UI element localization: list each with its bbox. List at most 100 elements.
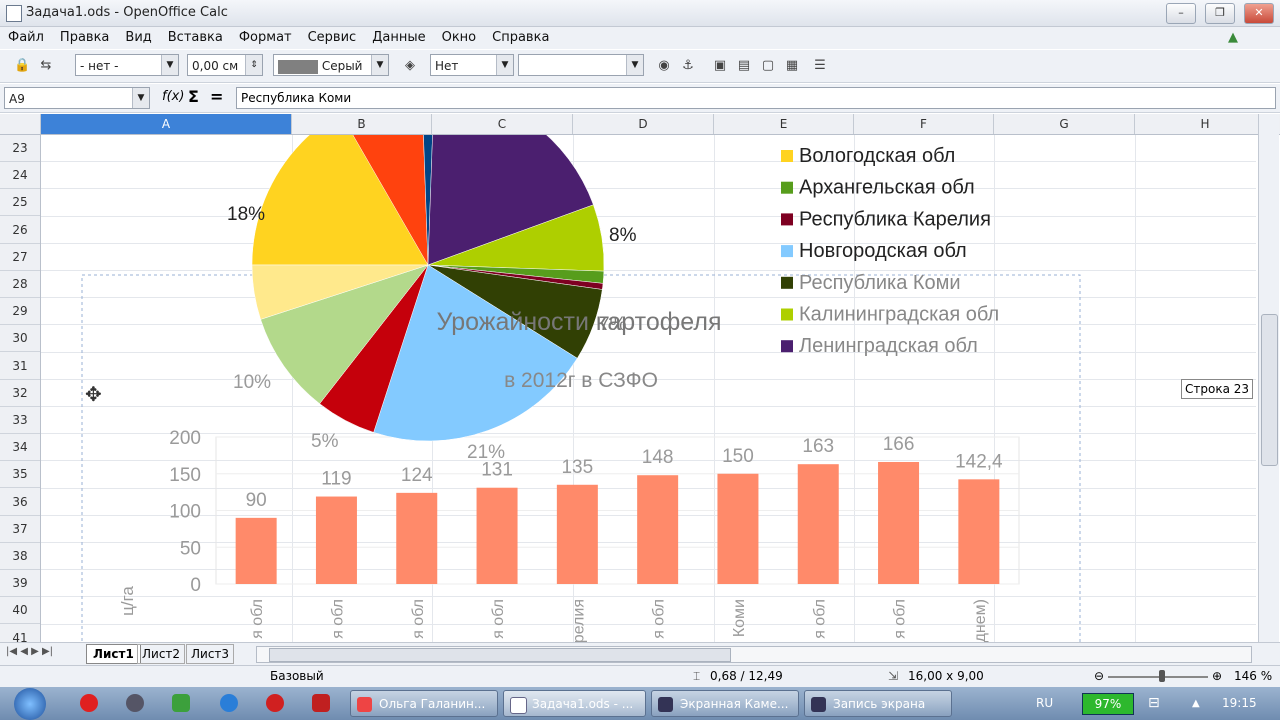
line-width-input[interactable]: 0,00 см ⇕ <box>187 54 263 76</box>
battery-indicator[interactable]: 97% <box>1082 693 1134 715</box>
arrows-icon[interactable]: ⇆ <box>38 58 54 74</box>
tab-sheet1[interactable]: Лист1 <box>86 644 141 664</box>
tab-sheet3[interactable]: Лист3 <box>186 644 235 664</box>
column-header[interactable]: E <box>714 114 854 134</box>
maximize-button[interactable]: ❐ <box>1205 3 1235 24</box>
formula-input[interactable]: Республика Коми <box>236 87 1276 109</box>
horizontal-scrollbar[interactable] <box>256 646 1252 663</box>
row-header[interactable]: 24 <box>0 162 40 190</box>
column-header[interactable]: C <box>432 114 573 134</box>
menu-help[interactable]: Справка <box>484 27 557 48</box>
row-header[interactable]: 35 <box>0 461 40 489</box>
row-header[interactable]: 31 <box>0 353 40 380</box>
bring-front-icon[interactable]: ▣ <box>712 58 728 74</box>
align-icon[interactable]: ☰ <box>812 58 828 74</box>
line-color-select[interactable]: Серый ▼ <box>273 54 389 76</box>
tray-arrow-icon[interactable]: ▲ <box>1192 687 1200 720</box>
fill-type-select[interactable]: Нет ▼ <box>430 54 514 76</box>
menu-insert[interactable]: Вставка <box>160 27 231 48</box>
column-header[interactable]: H <box>1135 114 1276 134</box>
language-indicator[interactable]: RU <box>1036 687 1053 720</box>
arrange-icon[interactable]: ▦ <box>784 58 800 74</box>
menu-tools[interactable]: Сервис <box>300 27 365 48</box>
scroll-thumb[interactable] <box>1261 314 1278 466</box>
tab-nav-icons[interactable]: |◀ ◀ ▶ ▶| <box>6 646 53 657</box>
column-header[interactable]: B <box>292 114 432 134</box>
menu-bar: Файл Правка Вид Вставка Формат Сервис Данные Ок… <box>0 27 1280 49</box>
equals-icon[interactable]: = <box>210 87 223 106</box>
task-browser[interactable]: Ольга Галанин... <box>350 690 498 717</box>
menu-format[interactable]: Формат <box>231 27 300 48</box>
menu-window[interactable]: Окно <box>434 27 485 48</box>
explorer-icon[interactable] <box>172 694 190 712</box>
group-icon[interactable]: ▢ <box>760 58 776 74</box>
menu-edit[interactable]: Правка <box>52 27 117 48</box>
vertical-scrollbar[interactable] <box>1258 114 1279 642</box>
y-tick-label: 50 <box>180 538 201 559</box>
zoom-slider-thumb[interactable] <box>1159 670 1165 682</box>
row-header[interactable]: 34 <box>0 434 40 462</box>
select-all-corner[interactable] <box>0 114 41 134</box>
task-camera[interactable]: Экранная Каме... <box>651 690 799 717</box>
zoom-in-icon[interactable]: ⊕ <box>1212 669 1222 683</box>
row-header[interactable]: 23 <box>0 135 40 162</box>
name-box[interactable]: A9 ▼ <box>4 87 150 109</box>
column-header[interactable]: D <box>573 114 714 134</box>
area-select[interactable]: ▼ <box>518 54 644 76</box>
row-header[interactable]: 29 <box>0 298 40 326</box>
lock-icon[interactable]: 🔒 <box>14 58 30 74</box>
row-header[interactable]: 40 <box>0 597 40 625</box>
start-button[interactable] <box>14 688 46 720</box>
column-header[interactable]: F <box>854 114 994 134</box>
pie-percent-label: 5% <box>311 431 339 452</box>
zoom-slider[interactable] <box>1108 676 1208 678</box>
menu-file[interactable]: Файл <box>0 27 52 48</box>
menu-data[interactable]: Данные <box>364 27 433 48</box>
line-style-select[interactable]: - нет - ▼ <box>75 54 179 76</box>
zoom-out-icon[interactable]: ⊖ <box>1094 669 1104 683</box>
row-header[interactable]: 32 <box>0 380 40 407</box>
title-bar: Задача1.ods - OpenOffice Calc – ❐ ✕ <box>0 0 1280 27</box>
row-header[interactable]: 27 <box>0 244 40 271</box>
chart-area[interactable]: 0 50 100 150 200 90 я обл 119 я обл 124 я обл 131 я … <box>41 135 1256 642</box>
clock[interactable]: 19:15 <box>1222 687 1257 720</box>
ie-icon[interactable] <box>220 694 238 712</box>
close-button[interactable]: ✕ <box>1244 3 1274 24</box>
opera-icon[interactable] <box>266 694 284 712</box>
column-header[interactable]: G <box>994 114 1135 134</box>
update-icon[interactable]: ▲ <box>1228 30 1238 45</box>
size-icon: ⇲ <box>888 669 899 683</box>
yandex-icon[interactable] <box>80 694 98 712</box>
power-icon[interactable]: ⊟ <box>1148 687 1160 720</box>
paint-bucket-icon[interactable]: ◈ <box>402 58 418 74</box>
row-header[interactable]: 39 <box>0 570 40 598</box>
anchor-icon[interactable]: ⚓ <box>680 58 696 74</box>
zoom-level[interactable]: 146 % <box>1234 669 1272 683</box>
yandex-browser-icon[interactable] <box>312 694 330 712</box>
menu-view[interactable]: Вид <box>117 27 159 48</box>
minimize-button[interactable]: – <box>1166 3 1196 24</box>
tab-sheet2[interactable]: Лист2 <box>137 644 186 664</box>
task-calc[interactable]: Задача1.ods - ... <box>503 690 646 717</box>
shadow-icon[interactable]: ◉ <box>656 58 672 74</box>
row-header[interactable]: 25 <box>0 189 40 217</box>
row-header[interactable]: 37 <box>0 516 40 543</box>
sum-icon[interactable]: Σ <box>188 87 199 106</box>
column-header[interactable]: A <box>41 114 292 134</box>
function-wizard-icon[interactable]: f(x) <box>162 89 184 104</box>
row-header[interactable]: 26 <box>0 217 40 244</box>
row-header[interactable]: 36 <box>0 489 40 516</box>
chart-svg[interactable]: 05010015020090я обл119я обл124я обл131я … <box>41 135 1256 642</box>
bar <box>958 479 1000 584</box>
data-label: 119 <box>321 469 351 490</box>
page-style: Базовый <box>270 669 324 683</box>
h-scroll-thumb[interactable] <box>269 648 731 662</box>
row-header[interactable]: 28 <box>0 271 40 298</box>
task-recorder[interactable]: Запись экрана <box>804 690 952 717</box>
send-back-icon[interactable]: ▤ <box>736 58 752 74</box>
media-icon[interactable] <box>126 694 144 712</box>
row-header[interactable]: 30 <box>0 325 40 353</box>
row-header[interactable]: 33 <box>0 407 40 434</box>
row-header[interactable]: 38 <box>0 543 40 570</box>
y-tick-label: 100 <box>169 502 201 523</box>
